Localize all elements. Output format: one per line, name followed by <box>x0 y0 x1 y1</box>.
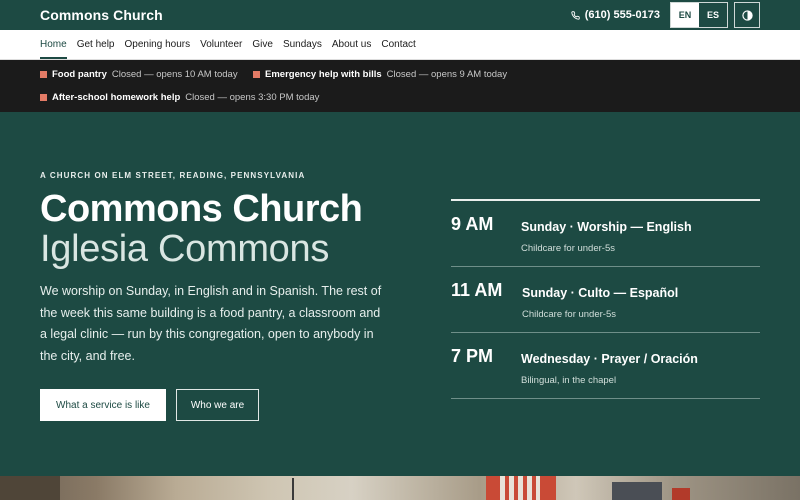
status-text: Closed — opens 3:30 PM today <box>185 92 320 103</box>
nav-item-contact[interactable]: Contact <box>381 30 415 60</box>
contrast-toggle[interactable] <box>734 2 760 28</box>
schedule-row[interactable]: 7 PM Wednesday · Prayer / Oración Biling… <box>451 333 760 399</box>
language-switcher: EN ES <box>670 2 728 28</box>
status-marker <box>253 71 260 78</box>
main-nav: Home Get help Opening hours Volunteer Gi… <box>0 30 800 60</box>
hero-section: A CHURCH ON ELM STREET, READING, PENNSYL… <box>0 113 800 476</box>
what-a-service-is-like-button[interactable]: What a service is like <box>40 389 166 421</box>
status-item-homework-help[interactable]: After-school homework help Closed — open… <box>40 92 319 103</box>
status-name: Emergency help with bills <box>265 69 382 80</box>
schedule-title: Sunday · Culto — Español <box>522 286 679 300</box>
schedule-note: Childcare for under-5s <box>522 309 616 320</box>
phone-number: (610) 555-0173 <box>584 9 660 21</box>
nav-item-about-us[interactable]: About us <box>332 30 371 60</box>
schedule-time: 7 PM <box>451 346 494 366</box>
nav-item-sundays[interactable]: Sundays <box>283 30 322 60</box>
schedule-title: Wednesday · Prayer / Oración <box>521 352 698 366</box>
nav-item-get-help[interactable]: Get help <box>77 30 115 60</box>
service-status-bar: Food pantry Closed — opens 10 AM today E… <box>0 60 800 112</box>
photo-roof <box>612 482 662 500</box>
nav-item-home[interactable]: Home <box>40 30 67 60</box>
who-we-are-button[interactable]: Who we are <box>176 389 259 421</box>
service-schedule: 9 AM Sunday · Worship — English Childcar… <box>451 199 760 399</box>
schedule-note: Bilingual, in the chapel <box>521 375 617 386</box>
photo-pole <box>292 478 294 500</box>
status-text: Closed — opens 10 AM today <box>111 69 238 80</box>
photo-foreground <box>0 476 60 500</box>
status-marker <box>40 71 47 78</box>
hero-kicker: A CHURCH ON ELM STREET, READING, PENNSYL… <box>40 171 306 180</box>
status-text: Closed — opens 9 AM today <box>386 69 508 80</box>
hero-lede: We worship on Sunday, in English and in … <box>40 284 382 363</box>
status-name: After-school homework help <box>52 92 181 103</box>
nav-item-opening-hours[interactable]: Opening hours <box>125 30 191 60</box>
schedule-row[interactable]: 9 AM Sunday · Worship — English Childcar… <box>451 201 760 267</box>
schedule-time: 9 AM <box>451 214 494 234</box>
status-item-emergency-bills[interactable]: Emergency help with bills Closed — opens… <box>253 69 507 80</box>
lang-es-button[interactable]: ES <box>699 3 727 27</box>
schedule-title: Sunday · Worship — English <box>521 220 692 234</box>
header-utilities: (610) 555-0173 EN ES <box>571 2 760 28</box>
nav-item-volunteer[interactable]: Volunteer <box>200 30 242 60</box>
status-name: Food pantry <box>52 69 107 80</box>
status-marker <box>40 94 47 101</box>
contrast-icon <box>741 9 753 21</box>
photo-tower <box>486 476 556 500</box>
site-header: Commons Church (610) 555-0173 EN ES <box>0 0 800 30</box>
lang-en-button[interactable]: EN <box>671 3 699 27</box>
phone-icon <box>571 10 580 20</box>
church-street-photo <box>0 476 800 500</box>
phone-link[interactable]: (610) 555-0173 <box>571 9 660 21</box>
site-brand[interactable]: Commons Church <box>40 7 163 23</box>
schedule-time: 11 AM <box>451 280 503 300</box>
photo-sign <box>672 488 690 500</box>
schedule-row[interactable]: 11 AM Sunday · Culto — Español Childcare… <box>451 267 760 333</box>
nav-item-give[interactable]: Give <box>252 30 273 60</box>
page-subtitle: Iglesia Commons <box>40 228 330 270</box>
page-title: Commons Church <box>40 188 363 230</box>
status-item-food-pantry[interactable]: Food pantry Closed — opens 10 AM today <box>40 69 238 80</box>
schedule-note: Childcare for under-5s <box>521 243 615 254</box>
